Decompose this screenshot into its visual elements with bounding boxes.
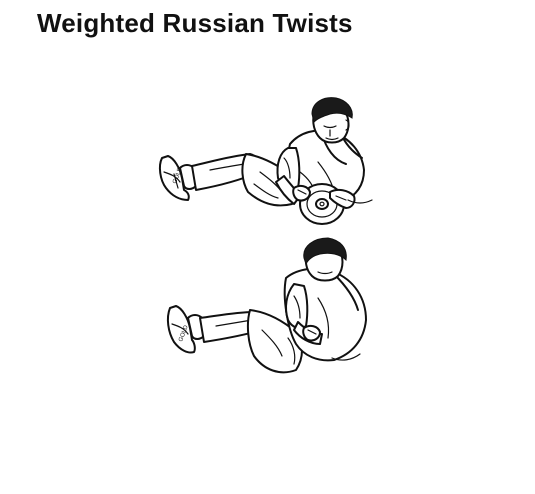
russian-twist-rotated-illustration: GOLD — [158, 237, 378, 384]
page-title: Weighted Russian Twists — [37, 8, 353, 38]
russian-twist-start-illustration: GOLD — [150, 92, 390, 228]
